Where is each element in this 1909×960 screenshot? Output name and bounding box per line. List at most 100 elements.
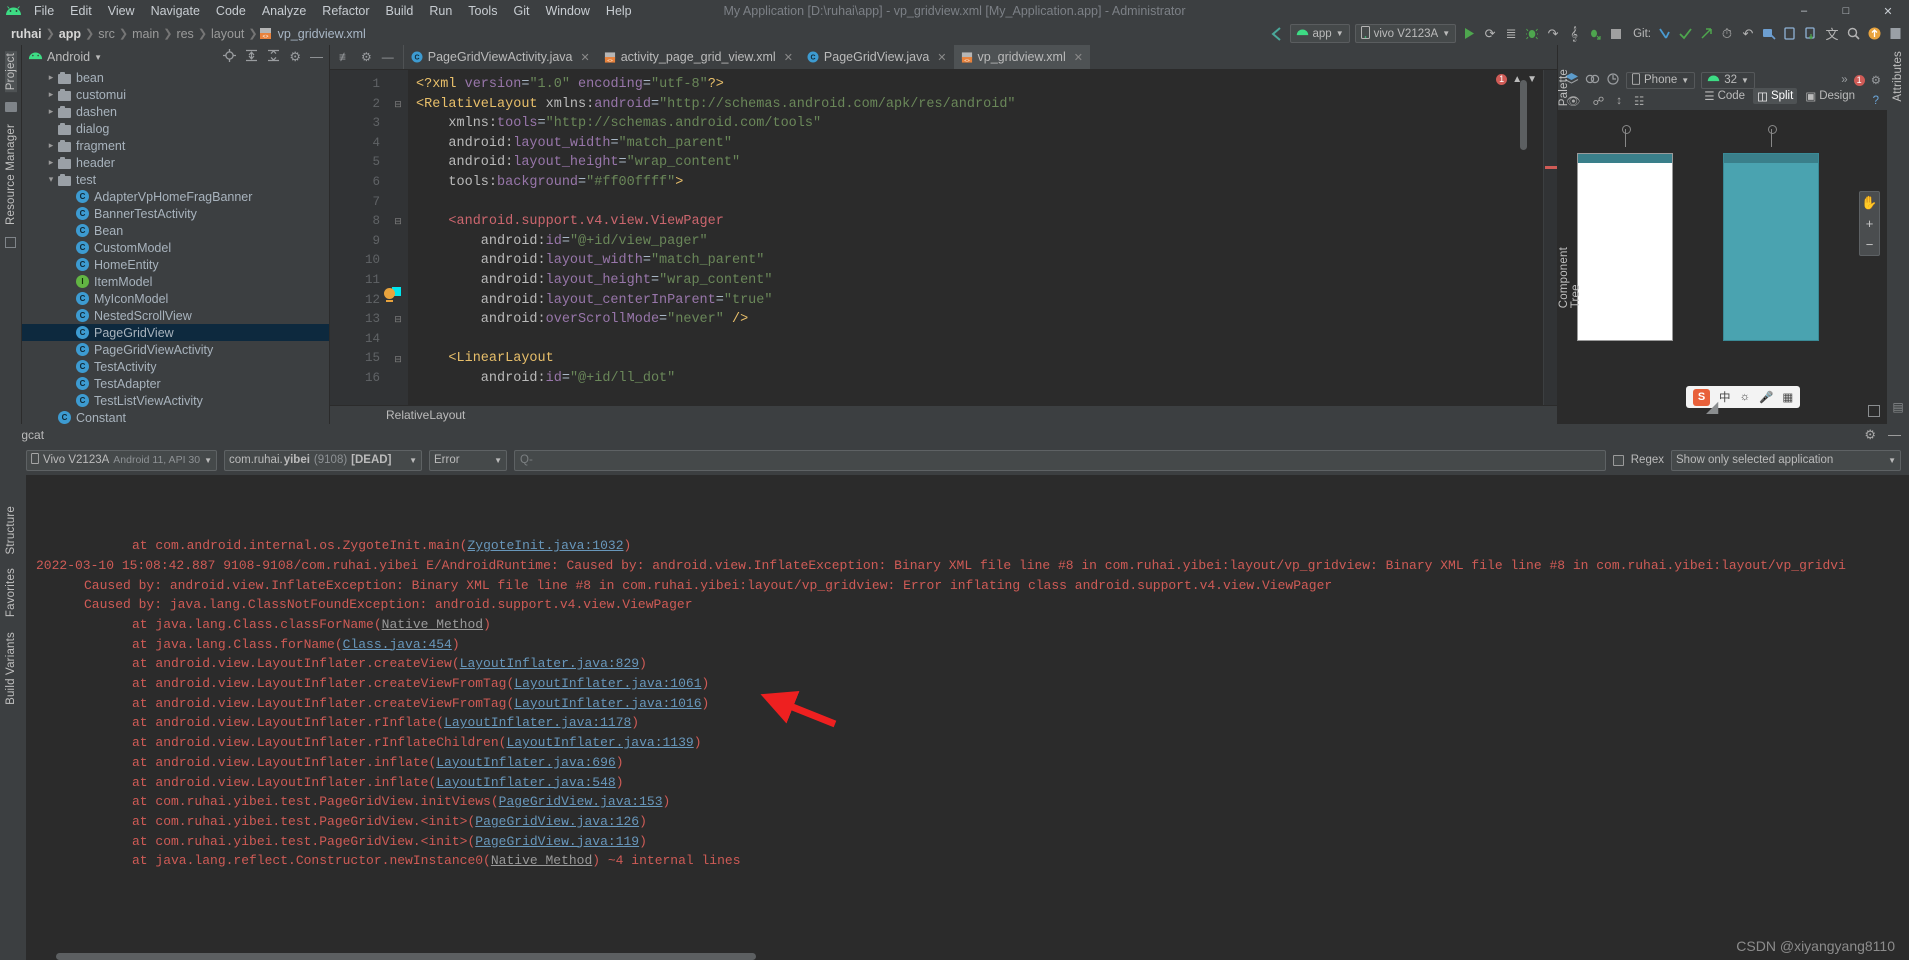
tree-item-itemmodel[interactable]: I ItemModel <box>22 273 329 290</box>
logcat-line[interactable]: at java.lang.reflect.Constructor.newInst… <box>26 851 1909 871</box>
resize-handle-icon[interactable] <box>1868 405 1880 417</box>
logcat-line[interactable]: at com.ruhai.yibei.test.PageGridView.<in… <box>26 832 1909 852</box>
chevron-right-icon[interactable]: ▸ <box>44 140 58 151</box>
logcat-source-link[interactable]: LayoutInflater.java:1139 <box>506 735 693 750</box>
breadcrumb-src[interactable]: src <box>95 27 118 41</box>
logcat-line[interactable]: at com.android.internal.os.ZygoteInit.ma… <box>26 536 1909 556</box>
hide-panel-icon[interactable]: — <box>1888 427 1901 443</box>
logcat-line[interactable]: at android.view.LayoutInflater.inflate(L… <box>26 753 1909 773</box>
breadcrumb-app[interactable]: app <box>56 27 84 41</box>
tree-item-testactivity[interactable]: C TestActivity <box>22 358 329 375</box>
tree-item-dialog[interactable]: dialog <box>22 120 329 137</box>
code-line[interactable] <box>416 330 1543 350</box>
tree-item-myiconmodel[interactable]: C MyIconModel <box>22 290 329 307</box>
code-line[interactable]: <LinearLayout <box>416 349 1543 369</box>
menu-item-tools[interactable]: Tools <box>460 2 505 20</box>
menu-item-window[interactable]: Window <box>537 2 597 20</box>
main-toolbar[interactable]: app ▼ vivo V2123A ▼ ⟳ ≣ ↷ 𝄞 Git: ⏱ ↶ 文 <box>1269 24 1909 43</box>
close-tab-icon[interactable]: ✕ <box>1074 51 1083 64</box>
logcat-line[interactable]: at java.lang.Class.classForName(Native M… <box>26 615 1909 635</box>
module-selector[interactable]: app ▼ <box>1289 24 1350 43</box>
api-level-selector[interactable]: 32 ▼ <box>1701 71 1755 89</box>
tool-window-resource-manager[interactable]: Resource Manager <box>5 122 17 227</box>
menu-item-git[interactable]: Git <box>505 2 537 20</box>
tree-item-nestedscrollview[interactable]: C NestedScrollView <box>22 307 329 324</box>
editor-tab-activity-page-grid-view-xml[interactable]: <> activity_page_grid_view.xml ✕ <box>597 45 800 69</box>
chevron-right-icon[interactable]: ▸ <box>44 89 58 100</box>
tree-item-header[interactable]: ▸ header <box>22 154 329 171</box>
collapse-all-icon[interactable] <box>267 49 280 65</box>
menu-item-run[interactable]: Run <box>421 2 460 20</box>
translate-icon[interactable]: 文 <box>1824 25 1840 42</box>
logcat-source-link[interactable]: LayoutInflater.java:1178 <box>444 715 631 730</box>
tool-window-build-variants[interactable]: Build Variants <box>5 630 17 707</box>
tree-item-constant[interactable]: C Constant <box>22 409 329 424</box>
menu-item-code[interactable]: Code <box>208 2 254 20</box>
code-fold-column[interactable]: ⊟ ⊟ ⊟ ⊟ <box>388 70 408 405</box>
ime-punctuation-icon[interactable]: ☼ <box>1740 391 1751 403</box>
code-line[interactable]: android:overScrollMode="never" /> <box>416 310 1543 330</box>
close-tab-icon[interactable]: ✕ <box>581 51 590 64</box>
device-file-explorer-icon[interactable] <box>1803 25 1819 42</box>
hide-panel-icon[interactable]: — <box>310 49 323 65</box>
logcat-source-link[interactable]: Native Method <box>491 853 592 868</box>
error-stripe[interactable] <box>1543 70 1557 405</box>
menu-item-refactor[interactable]: Refactor <box>314 2 377 20</box>
bottom-left-tool-rail[interactable]: Structure Favorites Build Variants <box>0 424 22 960</box>
guidelines-icon[interactable]: ↕ <box>1616 95 1622 107</box>
tool-window-favorites[interactable]: Favorites <box>5 566 17 619</box>
design-error-badge[interactable]: 1 <box>1853 74 1865 86</box>
code-line[interactable]: android:id="@+id/view_pager" <box>416 232 1543 252</box>
menu-item-analyze[interactable]: Analyze <box>254 2 314 20</box>
undo-icon[interactable]: ↶ <box>1740 25 1756 42</box>
inspection-summary[interactable]: 1 ▲ ▼ <box>1413 70 1543 88</box>
mode-design-button[interactable]: ▣ Design <box>1801 88 1859 104</box>
tree-item-testlistviewactivity[interactable]: C TestListViewActivity <box>22 392 329 409</box>
search-icon[interactable] <box>1845 25 1861 42</box>
magnet-icon[interactable]: ☍ <box>1593 94 1605 108</box>
apply-code-changes-icon[interactable] <box>1587 25 1603 42</box>
chevron-right-icon[interactable]: ▸ <box>44 106 58 117</box>
logcat-source-link[interactable]: LayoutInflater.java:1061 <box>514 676 701 691</box>
editor-mode-toggle[interactable]: ☰ Code ◫ Split ▣ Design <box>1700 88 1859 104</box>
code-line[interactable] <box>416 193 1543 213</box>
editor-tab-pagegridview-java[interactable]: C PageGridView.java ✕ <box>800 45 954 69</box>
settings-gear-icon[interactable]: ⚙ <box>289 49 301 65</box>
code-text[interactable]: <?xml version="1.0" encoding="utf-8"?> <R… <box>408 70 1543 405</box>
project-panel-actions[interactable]: ⚙ — <box>223 49 323 65</box>
logcat-source-link[interactable]: LayoutInflater.java:548 <box>436 775 615 790</box>
commit-icon[interactable] <box>1677 25 1693 42</box>
logcat-header-actions[interactable]: ⚙ — <box>1864 427 1901 443</box>
chevron-right-icon[interactable]: ▸ <box>44 72 58 83</box>
design-settings-icon[interactable]: ⚙ <box>1871 73 1881 87</box>
logcat-line[interactable]: Caused by: android.view.InflateException… <box>26 576 1909 596</box>
logcat-line[interactable]: at com.ruhai.yibei.test.PageGridView.ini… <box>26 792 1909 812</box>
editor-tab-bar[interactable]: ≢ ⚙ — C PageGridViewActivity.java ✕ <> activ… <box>330 45 1557 70</box>
breadcrumb-ruhai[interactable]: ruhai <box>8 27 45 41</box>
code-line[interactable]: android:layout_centerInParent="true" <box>416 291 1543 311</box>
user-account-icon[interactable] <box>1866 25 1882 42</box>
close-tab-icon[interactable]: ✕ <box>937 51 946 64</box>
apply-changes-icon[interactable]: ≣ <box>1503 25 1519 42</box>
pan-icon[interactable]: ✋ <box>1860 192 1879 213</box>
tree-item-testadapter[interactable]: C TestAdapter <box>22 375 329 392</box>
ime-mic-icon[interactable]: 🎤 <box>1759 390 1773 404</box>
chevron-down-icon[interactable]: ▾ <box>44 174 58 185</box>
step-over-icon[interactable]: ↷ <box>1545 25 1561 42</box>
error-stripe-mark[interactable] <box>1545 166 1557 169</box>
logcat-source-link[interactable]: Native Method <box>382 617 483 632</box>
tool-window-palette[interactable]: Palette <box>1558 67 1570 108</box>
code-line[interactable]: android:layout_height="wrap_content" <box>416 271 1543 291</box>
menu-item-file[interactable]: File <box>26 2 62 20</box>
ime-keyboard-icon[interactable]: ▦ <box>1782 390 1793 404</box>
chevron-right-icon[interactable]: ▸ <box>44 157 58 168</box>
menu-item-edit[interactable]: Edit <box>62 2 100 20</box>
menu-item-build[interactable]: Build <box>378 2 422 20</box>
code-fold-icon[interactable]: ⊟ <box>388 95 408 115</box>
logcat-line[interactable]: at android.view.LayoutInflater.rInflate(… <box>26 713 1909 733</box>
more-toolbar-icon[interactable] <box>1887 25 1903 42</box>
logcat-line[interactable]: at android.view.LayoutInflater.inflate(L… <box>26 773 1909 793</box>
logcat-line[interactable]: at com.ruhai.yibei.test.PageGridView.<in… <box>26 812 1909 832</box>
stop-icon[interactable] <box>1608 25 1624 42</box>
settings-gear-icon[interactable]: ⚙ <box>1864 427 1876 443</box>
